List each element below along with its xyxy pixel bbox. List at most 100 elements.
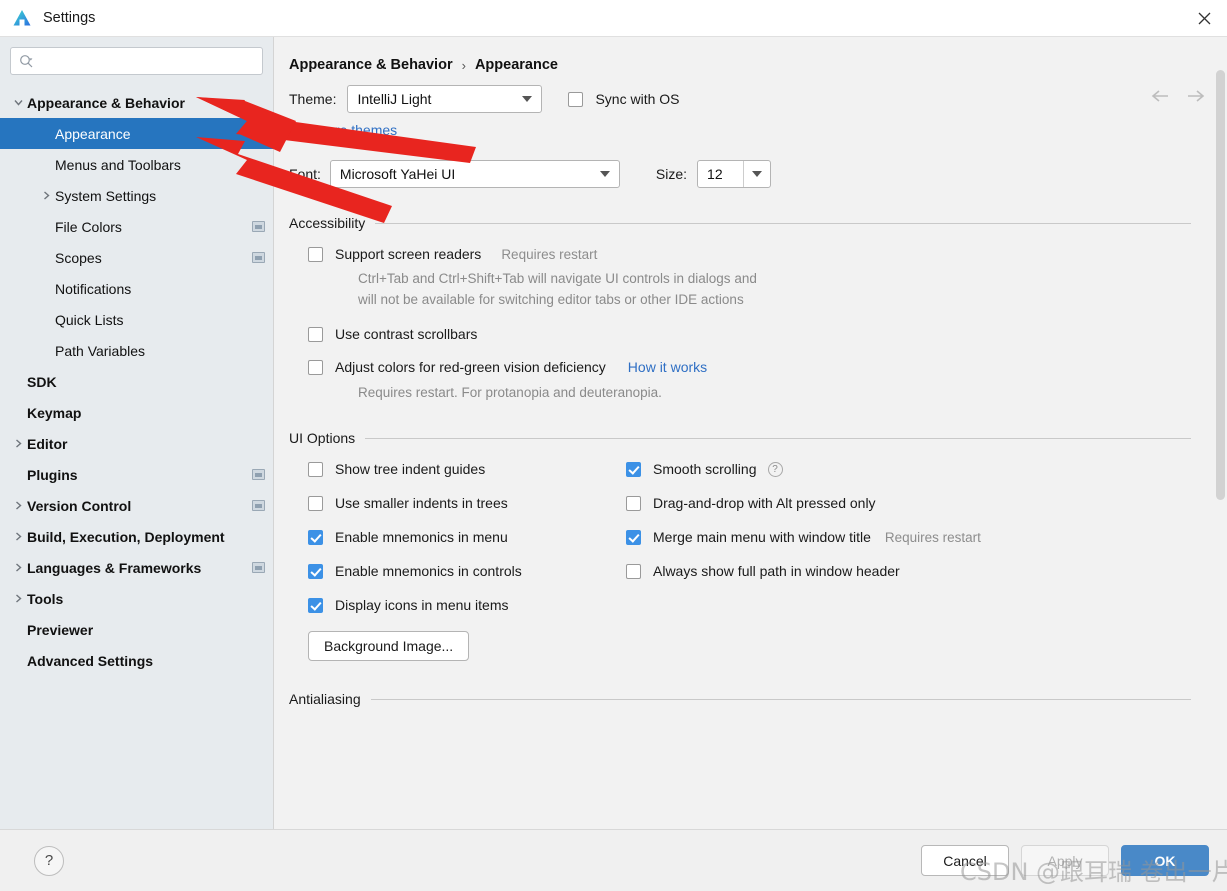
search-icon bbox=[19, 54, 34, 69]
sync-with-os-row[interactable]: Sync with OS bbox=[568, 91, 680, 107]
ui-right-option-row[interactable]: Smooth scrolling? bbox=[626, 461, 1227, 477]
breadcrumb-current: Appearance bbox=[474, 57, 558, 73]
option-checkbox[interactable] bbox=[308, 529, 323, 545]
sidebar-item-label: Advanced Settings bbox=[27, 652, 154, 669]
font-select-value: Microsoft YaHei UI bbox=[339, 166, 456, 182]
sidebar-item-build-execution-deployment[interactable]: Build, Execution, Deployment bbox=[0, 521, 273, 552]
help-button[interactable]: ? bbox=[34, 845, 64, 876]
ui-left-option-row[interactable]: Use smaller indents in trees bbox=[308, 495, 626, 511]
sidebar-item-file-colors[interactable]: File Colors bbox=[0, 211, 273, 242]
chevron-down-icon[interactable] bbox=[752, 171, 763, 177]
sidebar-item-label: Scopes bbox=[55, 249, 102, 266]
ui-options-body: Show tree indent guides Use smaller inden… bbox=[274, 446, 1227, 613]
ui-options-left-column: Show tree indent guides Use smaller inden… bbox=[308, 446, 626, 613]
sidebar-item-notifications[interactable]: Notifications bbox=[0, 273, 273, 304]
red-green-label: Adjust colors for red-green vision defic… bbox=[335, 359, 606, 375]
apply-button[interactable]: Apply bbox=[1021, 845, 1109, 876]
search-input[interactable] bbox=[39, 53, 256, 69]
ui-right-option-row[interactable]: Always show full path in window header bbox=[626, 563, 1227, 579]
sidebar-item-label: Quick Lists bbox=[55, 311, 124, 328]
chevron-right-icon[interactable] bbox=[38, 190, 55, 201]
sidebar-item-keymap[interactable]: Keymap bbox=[0, 397, 273, 428]
background-image-button[interactable]: Background Image... bbox=[308, 631, 470, 661]
how-it-works-link[interactable]: How it works bbox=[628, 359, 707, 375]
section-divider bbox=[365, 437, 1191, 439]
chevron-right-icon[interactable] bbox=[10, 438, 27, 449]
option-checkbox[interactable] bbox=[626, 461, 641, 477]
sidebar-item-plugins[interactable]: Plugins bbox=[0, 459, 273, 490]
option-checkbox[interactable] bbox=[308, 495, 323, 511]
dialog-body: Appearance & Behavior Appearance Menus and… bbox=[0, 37, 1227, 829]
sidebar-item-version-control[interactable]: Version Control bbox=[0, 490, 273, 521]
option-checkbox[interactable] bbox=[308, 461, 323, 477]
chevron-down-icon[interactable] bbox=[10, 97, 27, 108]
use-contrast-scrollbars-checkbox[interactable] bbox=[308, 326, 323, 342]
chevron-right-icon[interactable] bbox=[10, 593, 27, 604]
sidebar-item-previewer[interactable]: Previewer bbox=[0, 614, 273, 645]
option-checkbox[interactable] bbox=[626, 495, 641, 511]
chevron-down-icon bbox=[522, 96, 533, 102]
sidebar-item-label: Appearance & Behavior bbox=[27, 94, 185, 111]
settings-content: Appearance & Behavior › Appearance Theme… bbox=[274, 37, 1227, 829]
sidebar-item-tools[interactable]: Tools bbox=[0, 583, 273, 614]
sidebar-item-label: Version Control bbox=[27, 497, 132, 514]
sidebar-item-sdk[interactable]: SDK bbox=[0, 366, 273, 397]
sidebar-item-scopes[interactable]: Scopes bbox=[0, 242, 273, 273]
sidebar-item-menus-and-toolbars[interactable]: Menus and Toolbars bbox=[0, 149, 273, 180]
project-settings-icon bbox=[252, 221, 265, 232]
project-settings-icon bbox=[252, 469, 265, 480]
font-select[interactable]: Microsoft YaHei UI bbox=[329, 160, 620, 188]
antialiasing-section-header: Antialiasing bbox=[274, 691, 1227, 707]
ui-right-option-row[interactable]: Merge main menu with window title Require… bbox=[626, 529, 1227, 545]
red-green-checkbox[interactable] bbox=[308, 359, 323, 375]
project-settings-icon bbox=[252, 252, 265, 263]
cancel-button[interactable]: Cancel bbox=[921, 845, 1009, 876]
ui-options-title: UI Options bbox=[289, 430, 356, 446]
support-screen-readers-row[interactable]: Support screen readers Requires restart bbox=[308, 246, 1227, 262]
chevron-right-icon[interactable] bbox=[10, 562, 27, 573]
red-green-row[interactable]: Adjust colors for red-green vision defic… bbox=[308, 359, 1227, 375]
ok-button[interactable]: OK bbox=[1121, 845, 1209, 876]
arrow-left-icon[interactable] bbox=[1151, 89, 1170, 108]
arrow-right-icon[interactable] bbox=[1186, 89, 1205, 108]
sidebar-item-appearance[interactable]: Appearance bbox=[0, 118, 273, 149]
ui-left-option-row[interactable]: Display icons in menu items bbox=[308, 597, 626, 613]
option-checkbox[interactable] bbox=[308, 597, 323, 613]
sidebar-item-advanced-settings[interactable]: Advanced Settings bbox=[0, 645, 273, 676]
option-checkbox[interactable] bbox=[308, 563, 323, 579]
sidebar-item-appearance-behavior[interactable]: Appearance & Behavior bbox=[0, 87, 273, 118]
support-screen-readers-checkbox[interactable] bbox=[308, 246, 323, 262]
get-more-themes-link[interactable]: Get more themes bbox=[289, 122, 397, 138]
option-label: Enable mnemonics in menu bbox=[335, 529, 508, 545]
search-box[interactable] bbox=[10, 47, 263, 75]
content-scrollbar[interactable] bbox=[1214, 70, 1227, 829]
chevron-right-icon[interactable] bbox=[10, 531, 27, 542]
use-contrast-scrollbars-label: Use contrast scrollbars bbox=[335, 326, 478, 342]
get-more-themes-row: Get more themes bbox=[274, 122, 1227, 140]
ui-left-option-row[interactable]: Enable mnemonics in controls bbox=[308, 563, 626, 579]
option-checkbox[interactable] bbox=[626, 529, 641, 545]
breadcrumb: Appearance & Behavior › Appearance bbox=[274, 37, 1227, 77]
ui-options-section-header: UI Options bbox=[274, 430, 1227, 446]
font-size-spinner[interactable]: 12 bbox=[697, 160, 772, 188]
sync-with-os-checkbox[interactable] bbox=[568, 91, 584, 107]
scrollbar-thumb[interactable] bbox=[1216, 70, 1225, 500]
accessibility-body: Support screen readers Requires restart … bbox=[274, 246, 1227, 403]
chevron-right-icon[interactable] bbox=[10, 500, 27, 511]
sidebar-item-editor[interactable]: Editor bbox=[0, 428, 273, 459]
sidebar-item-system-settings[interactable]: System Settings bbox=[0, 180, 273, 211]
close-icon[interactable] bbox=[1181, 0, 1227, 36]
help-icon[interactable]: ? bbox=[767, 461, 783, 477]
sidebar-item-quick-lists[interactable]: Quick Lists bbox=[0, 304, 273, 335]
ui-left-option-row[interactable]: Show tree indent guides bbox=[308, 461, 626, 477]
sidebar-item-languages-frameworks[interactable]: Languages & Frameworks bbox=[0, 552, 273, 583]
ui-left-option-row[interactable]: Enable mnemonics in menu bbox=[308, 529, 626, 545]
option-label: Display icons in menu items bbox=[335, 597, 509, 613]
sidebar-item-path-variables[interactable]: Path Variables bbox=[0, 335, 273, 366]
option-label: Merge main menu with window title bbox=[653, 529, 871, 545]
ui-right-option-row[interactable]: Drag-and-drop with Alt pressed only bbox=[626, 495, 1227, 511]
breadcrumb-parent[interactable]: Appearance & Behavior bbox=[289, 57, 453, 73]
theme-select[interactable]: IntelliJ Light bbox=[347, 85, 543, 113]
option-checkbox[interactable] bbox=[626, 563, 641, 579]
use-contrast-scrollbars-row[interactable]: Use contrast scrollbars bbox=[308, 326, 1227, 342]
